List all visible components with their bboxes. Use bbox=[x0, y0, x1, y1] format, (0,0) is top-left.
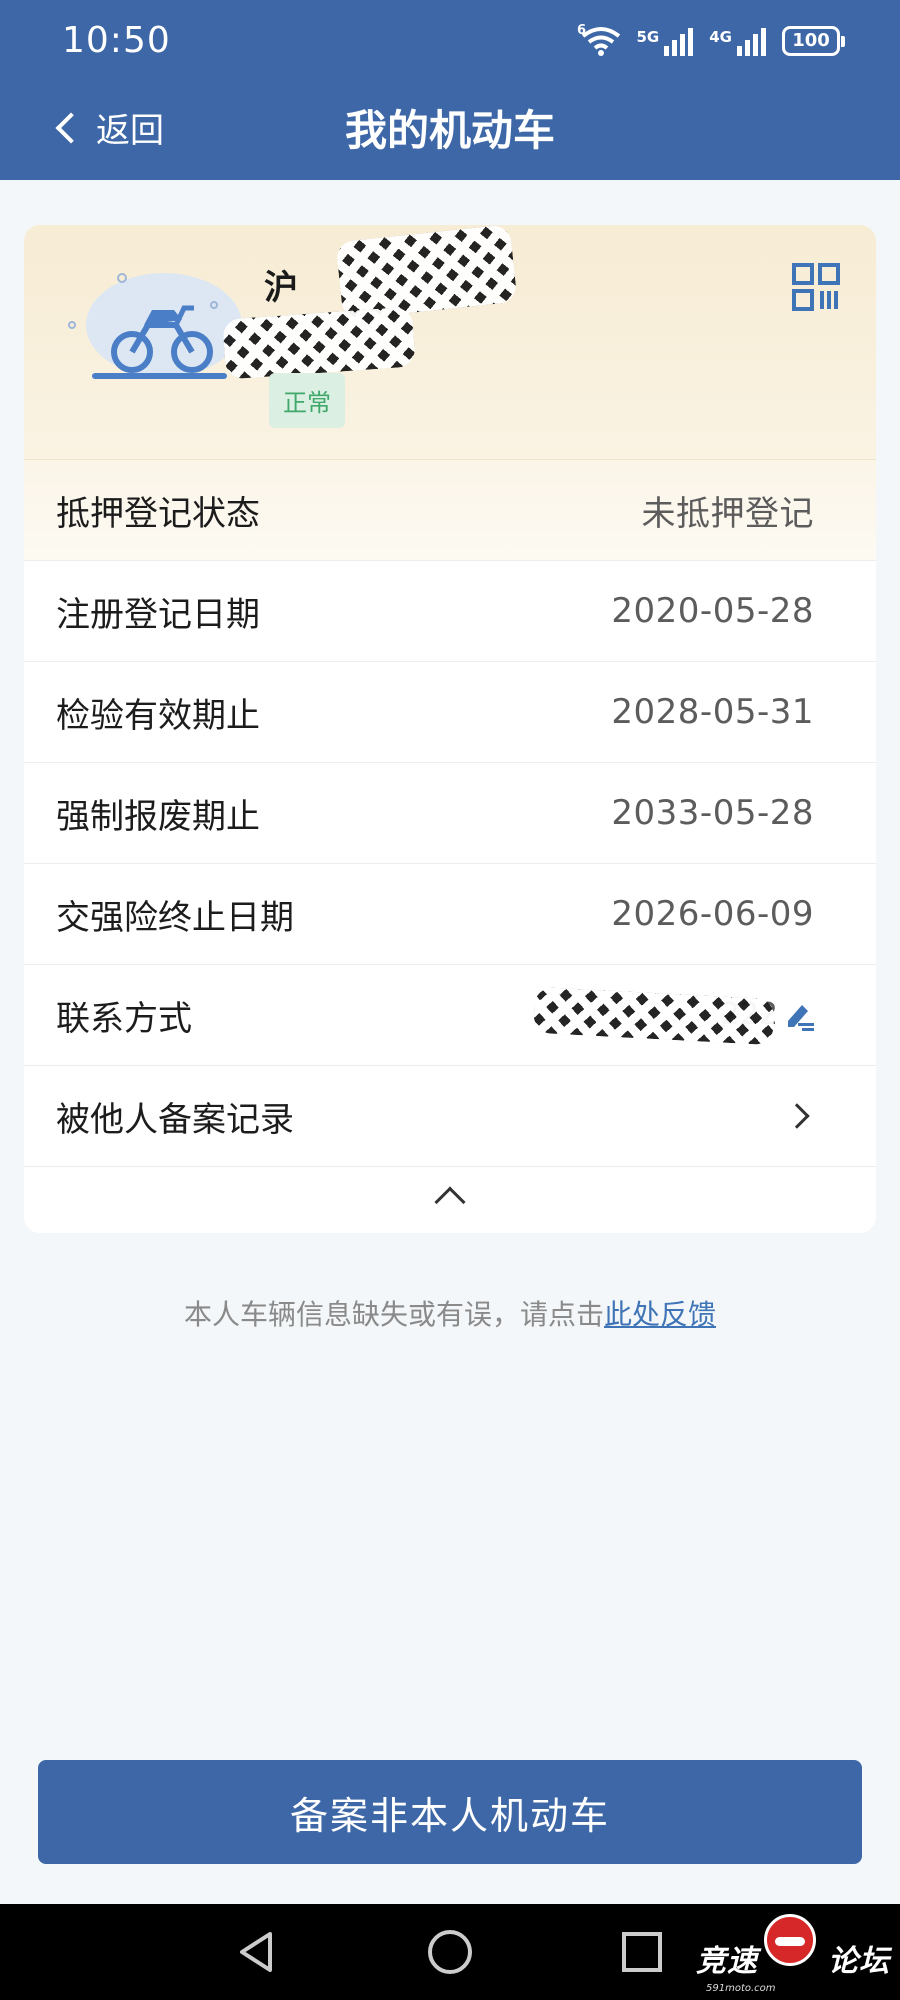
status-icons: 6 5G 4G 100 bbox=[577, 22, 845, 56]
detail-row-insurance-end: 交强险终止日期 2026-06-09 bbox=[24, 864, 876, 965]
qr-code-icon[interactable] bbox=[792, 263, 840, 311]
watermark-url: 591moto.com bbox=[706, 1983, 776, 1994]
detail-label: 强制报废期止 bbox=[56, 796, 260, 837]
detail-value: 2033-05-28 bbox=[611, 793, 814, 833]
nav-home-icon[interactable] bbox=[428, 1930, 472, 1974]
sim2-label: 4G bbox=[709, 28, 732, 46]
detail-row-contact[interactable]: 联系方式 222 bbox=[24, 965, 876, 1066]
vehicle-summary: 沪 正常 bbox=[24, 225, 876, 460]
vehicle-card: 沪 正常 抵押登记状态 未抵押登记 注册登记日期 2020-05-28 检验有效… bbox=[24, 225, 876, 1233]
watermark-text-right: 论坛 bbox=[828, 1944, 890, 1979]
wifi-icon: 6 bbox=[577, 23, 620, 56]
sim1-label: 5G bbox=[636, 28, 660, 46]
status-time: 10:50 bbox=[62, 20, 171, 61]
detail-row-inspection-valid-until: 检验有效期止 2028-05-31 bbox=[24, 662, 876, 763]
detail-row-mortgage: 抵押登记状态 未抵押登记 bbox=[24, 460, 876, 561]
detail-value: 未抵押登记 bbox=[641, 493, 814, 534]
records-row[interactable]: 被他人备案记录 bbox=[24, 1066, 876, 1167]
detail-label: 检验有效期止 bbox=[56, 695, 260, 736]
detail-label: 交强险终止日期 bbox=[56, 897, 294, 938]
battery-icon: 100 bbox=[782, 26, 845, 56]
detail-value: 2020-05-28 bbox=[611, 591, 814, 631]
feedback-link[interactable]: 此处反馈 bbox=[604, 1298, 716, 1331]
collapse-button[interactable] bbox=[24, 1167, 876, 1225]
vehicle-details-list: 抵押登记状态 未抵押登记 注册登记日期 2020-05-28 检验有效期止 20… bbox=[24, 460, 876, 1225]
status-badge: 正常 bbox=[269, 373, 345, 428]
edit-icon[interactable] bbox=[784, 999, 814, 1031]
detail-label: 注册登记日期 bbox=[56, 594, 260, 635]
records-label: 被他人备案记录 bbox=[56, 1099, 294, 1140]
plate-number: 沪 bbox=[264, 268, 298, 308]
detail-label: 抵押登记状态 bbox=[56, 493, 260, 534]
nav-back-icon[interactable] bbox=[236, 1930, 276, 1974]
feedback-text: 本人车辆信息缺失或有误，请点击 bbox=[183, 1298, 604, 1331]
nav-recents-icon[interactable] bbox=[622, 1932, 662, 1972]
page-title: 我的机动车 bbox=[344, 106, 555, 155]
redaction-mark bbox=[222, 306, 416, 380]
app-header: 10:50 6 5G 4G 100 返回 我的机动车 bbox=[0, 0, 900, 180]
detail-value: 2028-05-31 bbox=[611, 692, 814, 732]
redaction-mark bbox=[335, 225, 518, 320]
chevron-up-icon bbox=[434, 1186, 466, 1218]
detail-value: 2026-06-09 bbox=[611, 894, 814, 934]
redaction-mark bbox=[532, 986, 776, 1046]
contact-label: 联系方式 bbox=[56, 998, 192, 1039]
mascot-icon bbox=[764, 1914, 816, 1966]
motorcycle-icon bbox=[68, 273, 242, 379]
register-other-vehicle-button[interactable]: 备案非本人机动车 bbox=[38, 1760, 862, 1864]
detail-row-scrap-deadline: 强制报废期止 2033-05-28 bbox=[24, 763, 876, 864]
detail-row-registration-date: 注册登记日期 2020-05-28 bbox=[24, 561, 876, 662]
chevron-right-icon bbox=[784, 1103, 810, 1129]
contact-value: 222 bbox=[532, 985, 814, 1046]
signal-4g-icon: 4G bbox=[709, 28, 766, 56]
feedback-notice: 本人车辆信息缺失或有误，请点击此处反馈 bbox=[0, 1293, 900, 1333]
watermark-logo: 竞速 论坛 591moto.com bbox=[696, 1914, 892, 1994]
signal-5g-icon: 5G bbox=[637, 28, 694, 56]
watermark-text-left: 竞速 bbox=[696, 1944, 758, 1979]
system-nav-bar: 竞速 论坛 591moto.com bbox=[0, 1904, 900, 2000]
